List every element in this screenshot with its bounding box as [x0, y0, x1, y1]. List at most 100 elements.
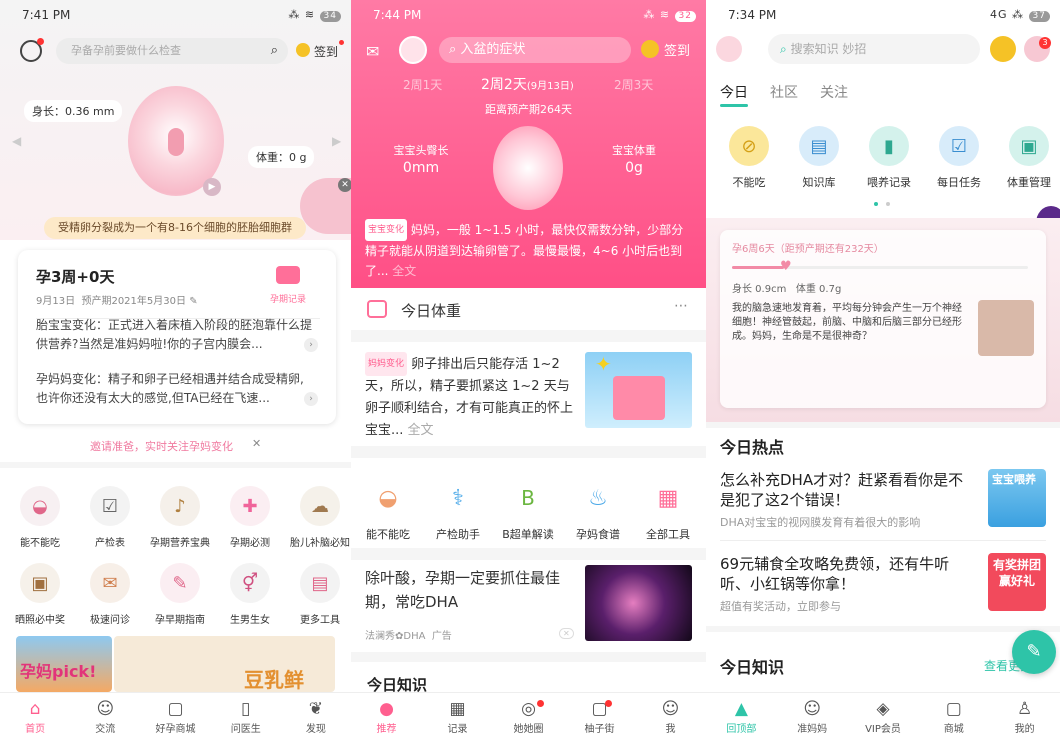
tool-recipes[interactable]: ♨ 孕妈食谱 — [563, 478, 633, 542]
notification-dot — [537, 700, 544, 707]
more-icon[interactable]: ⋯ — [674, 298, 688, 314]
tab-follow[interactable]: 关注 — [820, 82, 848, 102]
tab-shop[interactable]: ▢ 好孕商城 — [140, 693, 210, 738]
play-icon[interactable]: ▶ — [203, 178, 221, 196]
tool-all[interactable]: ▦ 全部工具 — [633, 478, 703, 542]
tool-checkup-table[interactable]: ☑ 产检表 — [75, 486, 145, 549]
prev-arrow-icon[interactable]: ◀ — [12, 134, 21, 148]
tool-brain[interactable]: ☁ 胎儿补脑必知 — [285, 486, 351, 549]
tab-indicator — [720, 104, 748, 107]
avatar[interactable] — [399, 36, 427, 64]
baby-change-text[interactable]: 胎宝宝变化：正式进入着床植入阶段的胚泡靠什么提供营养?当然是准妈妈啦!你的子宫内… — [36, 316, 314, 354]
search-input[interactable]: ⌕ 搜索知识 妙招 — [768, 34, 980, 64]
tool-fast-consult[interactable]: ✉ 极速问诊 — [75, 563, 145, 626]
hot-article-subtitle: 超值有奖活动，立即参与 — [720, 600, 841, 613]
tab-recommend[interactable]: ● 推荐 — [351, 693, 422, 738]
tool-feeding[interactable]: ▮ 喂养记录 — [854, 126, 924, 190]
hot-article-thumbnail[interactable]: 有奖拼团赢好礼 — [988, 553, 1046, 611]
ad-banner-left[interactable]: 孕妈pick! — [16, 636, 112, 692]
tool-knowledge[interactable]: ▤ 知识库 — [784, 126, 854, 190]
ad-thumbnail[interactable] — [585, 565, 692, 641]
tab-mine[interactable]: ♙ 我的 — [989, 693, 1060, 738]
mom-change-text[interactable]: 孕妈妈变化：精子和卵子已经相遇并结合成受精卵,也许你还没有太大的感觉,但TA已经… — [36, 370, 314, 408]
bottom-tab-bar: ⌂ 首页 ☺ 交流 ▢ 好孕商城 ▯ 问医生 ❦ 发现 — [0, 692, 351, 738]
signin-button[interactable]: 签到 — [664, 40, 690, 59]
status-bar: 7:41 PM ⁂ ≋ 34 — [0, 0, 351, 30]
tab-home[interactable]: ⌂ 首页 — [0, 693, 70, 738]
search-input[interactable]: ⌕ 入盆的症状 — [439, 37, 631, 63]
signin-button[interactable]: 签到 — [314, 43, 338, 60]
mail-icon[interactable]: ✉ — [366, 42, 379, 61]
tool-can-eat[interactable]: ◒ 能不能吃 — [5, 486, 75, 549]
day-next[interactable]: 2周3天 — [614, 76, 653, 93]
tool-cannot-eat[interactable]: ⊘ 不能吃 — [714, 126, 784, 190]
tool-checkup-helper[interactable]: ⚕ 产检助手 — [423, 478, 493, 542]
hot-article-title[interactable]: 怎么补充DHA才对？赶紧看看你是不是犯了这2个错误！ — [720, 470, 972, 510]
tab-me[interactable]: ☺ 我 — [635, 693, 706, 738]
tab-shop[interactable]: ▢ 商城 — [918, 693, 989, 738]
tool-can-eat[interactable]: ◒ 能不能吃 — [353, 478, 423, 542]
crl-value: 0mm — [402, 160, 440, 176]
close-icon[interactable]: ✕ — [252, 437, 261, 450]
bag-icon: ▢ — [945, 699, 962, 719]
tool-must-test[interactable]: ✚ 孕期必测 — [215, 486, 285, 549]
today-weight-title[interactable]: 今日体重 — [401, 300, 461, 321]
tool-more[interactable]: ▤ 更多工具 — [285, 563, 351, 626]
compose-icon[interactable]: ✎ — [1012, 630, 1056, 674]
weight-label: 宝宝体重 — [612, 144, 656, 157]
tab-community[interactable]: 社区 — [770, 82, 798, 102]
record-link[interactable]: 孕期记录 — [270, 292, 306, 305]
edit-icon[interactable]: ✎ — [189, 296, 197, 307]
tab-record[interactable]: ▦ 记录 — [422, 693, 493, 738]
tab-back-to-top[interactable]: ▲ 回顶部 — [706, 693, 777, 738]
week-card[interactable]: 孕3周+0天 9月13日 预产期2021年5月30日 ✎ 孕期记录 胎宝宝变化：… — [18, 250, 336, 424]
baby-change-text[interactable]: 宝宝变化 妈妈，一般 1~1.5 小时，最快仅需数分钟，少部分精子就能从阴道到达… — [365, 219, 689, 281]
tab-vip[interactable]: ◈ VIP会员 — [848, 693, 919, 738]
tab-mom[interactable]: ☺ 准妈妈 — [777, 693, 848, 738]
ad-title[interactable]: 除叶酸，孕期一定要抓住最佳期，常吃DHA — [365, 566, 570, 614]
search-input[interactable]: 孕备孕前要做什么检查 ⌕ — [56, 38, 288, 64]
tab-street[interactable]: ▢ 柚子街 — [564, 693, 635, 738]
more-link[interactable]: 全文 — [392, 264, 416, 278]
coin-icon[interactable] — [990, 36, 1016, 62]
length-badge: 身长：0.36 mm — [24, 100, 123, 122]
tab-today[interactable]: 今日 — [720, 82, 748, 102]
hot-article-thumbnail[interactable]: 宝宝喂养 — [988, 469, 1046, 527]
tool-ultrasound[interactable]: B B超单解读 — [493, 478, 563, 542]
hot-article-title[interactable]: 69元辅食全攻略免费领，还有牛听听、小红锅等你拿！ — [720, 554, 972, 594]
section-divider — [351, 548, 706, 560]
article-thumbnail[interactable]: ✦ — [585, 352, 692, 428]
day-current[interactable]: 2周2天(9月13日) — [481, 74, 574, 94]
close-icon[interactable]: ✕ — [338, 178, 351, 192]
status-time: 7:44 PM — [373, 8, 422, 22]
article-item[interactable]: 妈妈变化 卵子排出后只能存活 1~2 天，所以，精子要抓紧这 1~2 天与卵子顺… — [365, 352, 577, 442]
day-prev[interactable]: 2周1天 — [403, 76, 442, 93]
tool-nutrition[interactable]: ♪ 孕期营养宝典 — [145, 486, 215, 549]
tab-discover[interactable]: ❦ 发现 — [281, 693, 351, 738]
ad-banner-right[interactable]: 豆乳鲜 — [114, 636, 335, 692]
tool-gender[interactable]: ⚥ 生男生女 — [215, 563, 285, 626]
tool-early-guide[interactable]: ✎ 孕早期指南 — [145, 563, 215, 626]
tab-chat[interactable]: ☺ 交流 — [70, 693, 140, 738]
next-arrow-icon[interactable]: ▶ — [332, 134, 341, 148]
tool-photo-prize[interactable]: ▣ 晒照必中奖 — [5, 563, 75, 626]
clipboard-icon: ☑ — [90, 486, 130, 526]
growth-card[interactable]: 孕6周6天（距预产期还有232天） ♥ 身长 0.9cm 体重 0.7g 我的脑… — [720, 230, 1046, 408]
chest-icon: ▣ — [20, 563, 60, 603]
invite-link[interactable]: 邀请准爸，实时关注孕妈变化 — [90, 438, 233, 454]
tab-circle[interactable]: ◎ 她她圈 — [493, 693, 564, 738]
leaf-icon: ❦ — [308, 699, 324, 719]
tool-daily-task[interactable]: ☑ 每日任务 — [924, 126, 994, 190]
search-icon[interactable]: ⌕ — [271, 38, 278, 64]
check-icon: ☑ — [939, 126, 979, 166]
panel-teal-pregnancy: 7:34 PM 4G ⁂ 37 ⌕ 搜索知识 妙招 3 今日 社区 关注 ⊘ 不能… — [706, 0, 1060, 738]
chevron-right-icon[interactable]: › — [304, 392, 318, 406]
close-ad-icon[interactable]: ✕ — [559, 628, 574, 639]
avatar[interactable] — [716, 36, 742, 62]
more-link[interactable]: 全文 — [408, 423, 434, 438]
tool-weight[interactable]: ▣ 体重管理 — [994, 126, 1060, 190]
panel-home-pregnancy: 7:41 PM ⁂ ≋ 34 孕备孕前要做什么检查 ⌕ 签到 ▶ 身长：0.36… — [0, 0, 351, 738]
chevron-right-icon[interactable]: › — [304, 338, 318, 352]
tab-doctor[interactable]: ▯ 问医生 — [211, 693, 281, 738]
camera-icon[interactable] — [276, 266, 300, 284]
